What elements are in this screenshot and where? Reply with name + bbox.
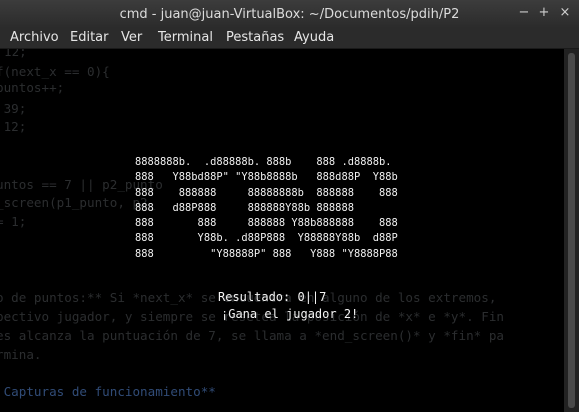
terminal-window: cmd - juan@juan-VirtualBox: ~/Documentos… [0,0,579,412]
ascii-art-line: 888 Y88b. .d88P888 Y88888Y88b d88P [135,232,398,245]
menu-ayuda[interactable]: Ayuda [292,29,336,47]
doc-line: rmina. [0,347,42,362]
ascii-art-line: 888 "Y88888P" 888 Y888 "Y8888P88 [135,247,398,260]
ascii-art-line: 8888888b. .d88888b. 888b 888 .d8888b. [135,156,392,168]
code-line: 12; [3,119,27,134]
scrollbar[interactable] [564,49,579,412]
pong-ascii-banner: 8888888b. .d88888b. 888b 888 .d8888b. 888… [135,155,398,262]
doc-heading: Capturas de funcionamiento** [0,384,216,399]
menu-ver[interactable]: Ver [119,29,144,47]
menu-bar: Archivo Editar Ver Terminal Pestañas Ayu… [0,28,579,49]
code-line: 39; [3,101,27,116]
ascii-art-line: 888 d88P888 888888Y88b 888888 [135,201,354,214]
code-line: f(next_x == 0){ [0,64,110,79]
scrollbar-thumb[interactable] [568,53,575,408]
ascii-art-line: 888 888 888888 Y88b888888 888 [135,217,398,230]
code-line: _screen(p1_punto, p2_ [0,195,156,210]
minimize-icon[interactable]: − [515,4,533,22]
winner-text: ¡Gana el jugador 2! [221,307,359,321]
window-title: cmd - juan@juan-VirtualBox: ~/Documentos… [119,7,460,22]
ascii-art-line: 888 888888 88888888b 888888 888 [135,186,398,199]
menu-archivo[interactable]: Archivo [8,29,61,47]
code-line: 12; [4,49,27,59]
score-text: Resultado: 0||7 [218,290,327,304]
terminal-screen[interactable]: 12; f(next_x == 0){ puntos++; 39; 12; un… [0,49,564,412]
code-line: = 1; [0,214,27,229]
menu-terminal[interactable]: Terminal [156,29,215,47]
doc-line: es alcanza la puntuación de 7, se llama … [0,328,504,343]
maximize-icon[interactable]: + [535,4,553,22]
code-line: puntos++; [0,80,65,95]
close-icon[interactable]: × [556,4,574,22]
title-bar[interactable]: cmd - juan@juan-VirtualBox: ~/Documentos… [0,0,579,28]
menu-editar[interactable]: Editar [68,29,111,47]
menu-pestanas[interactable]: Pestañas [224,29,286,47]
ascii-art-line: 888 Y88bd88P" "Y88b8888b 888d88P Y88b [135,171,398,184]
